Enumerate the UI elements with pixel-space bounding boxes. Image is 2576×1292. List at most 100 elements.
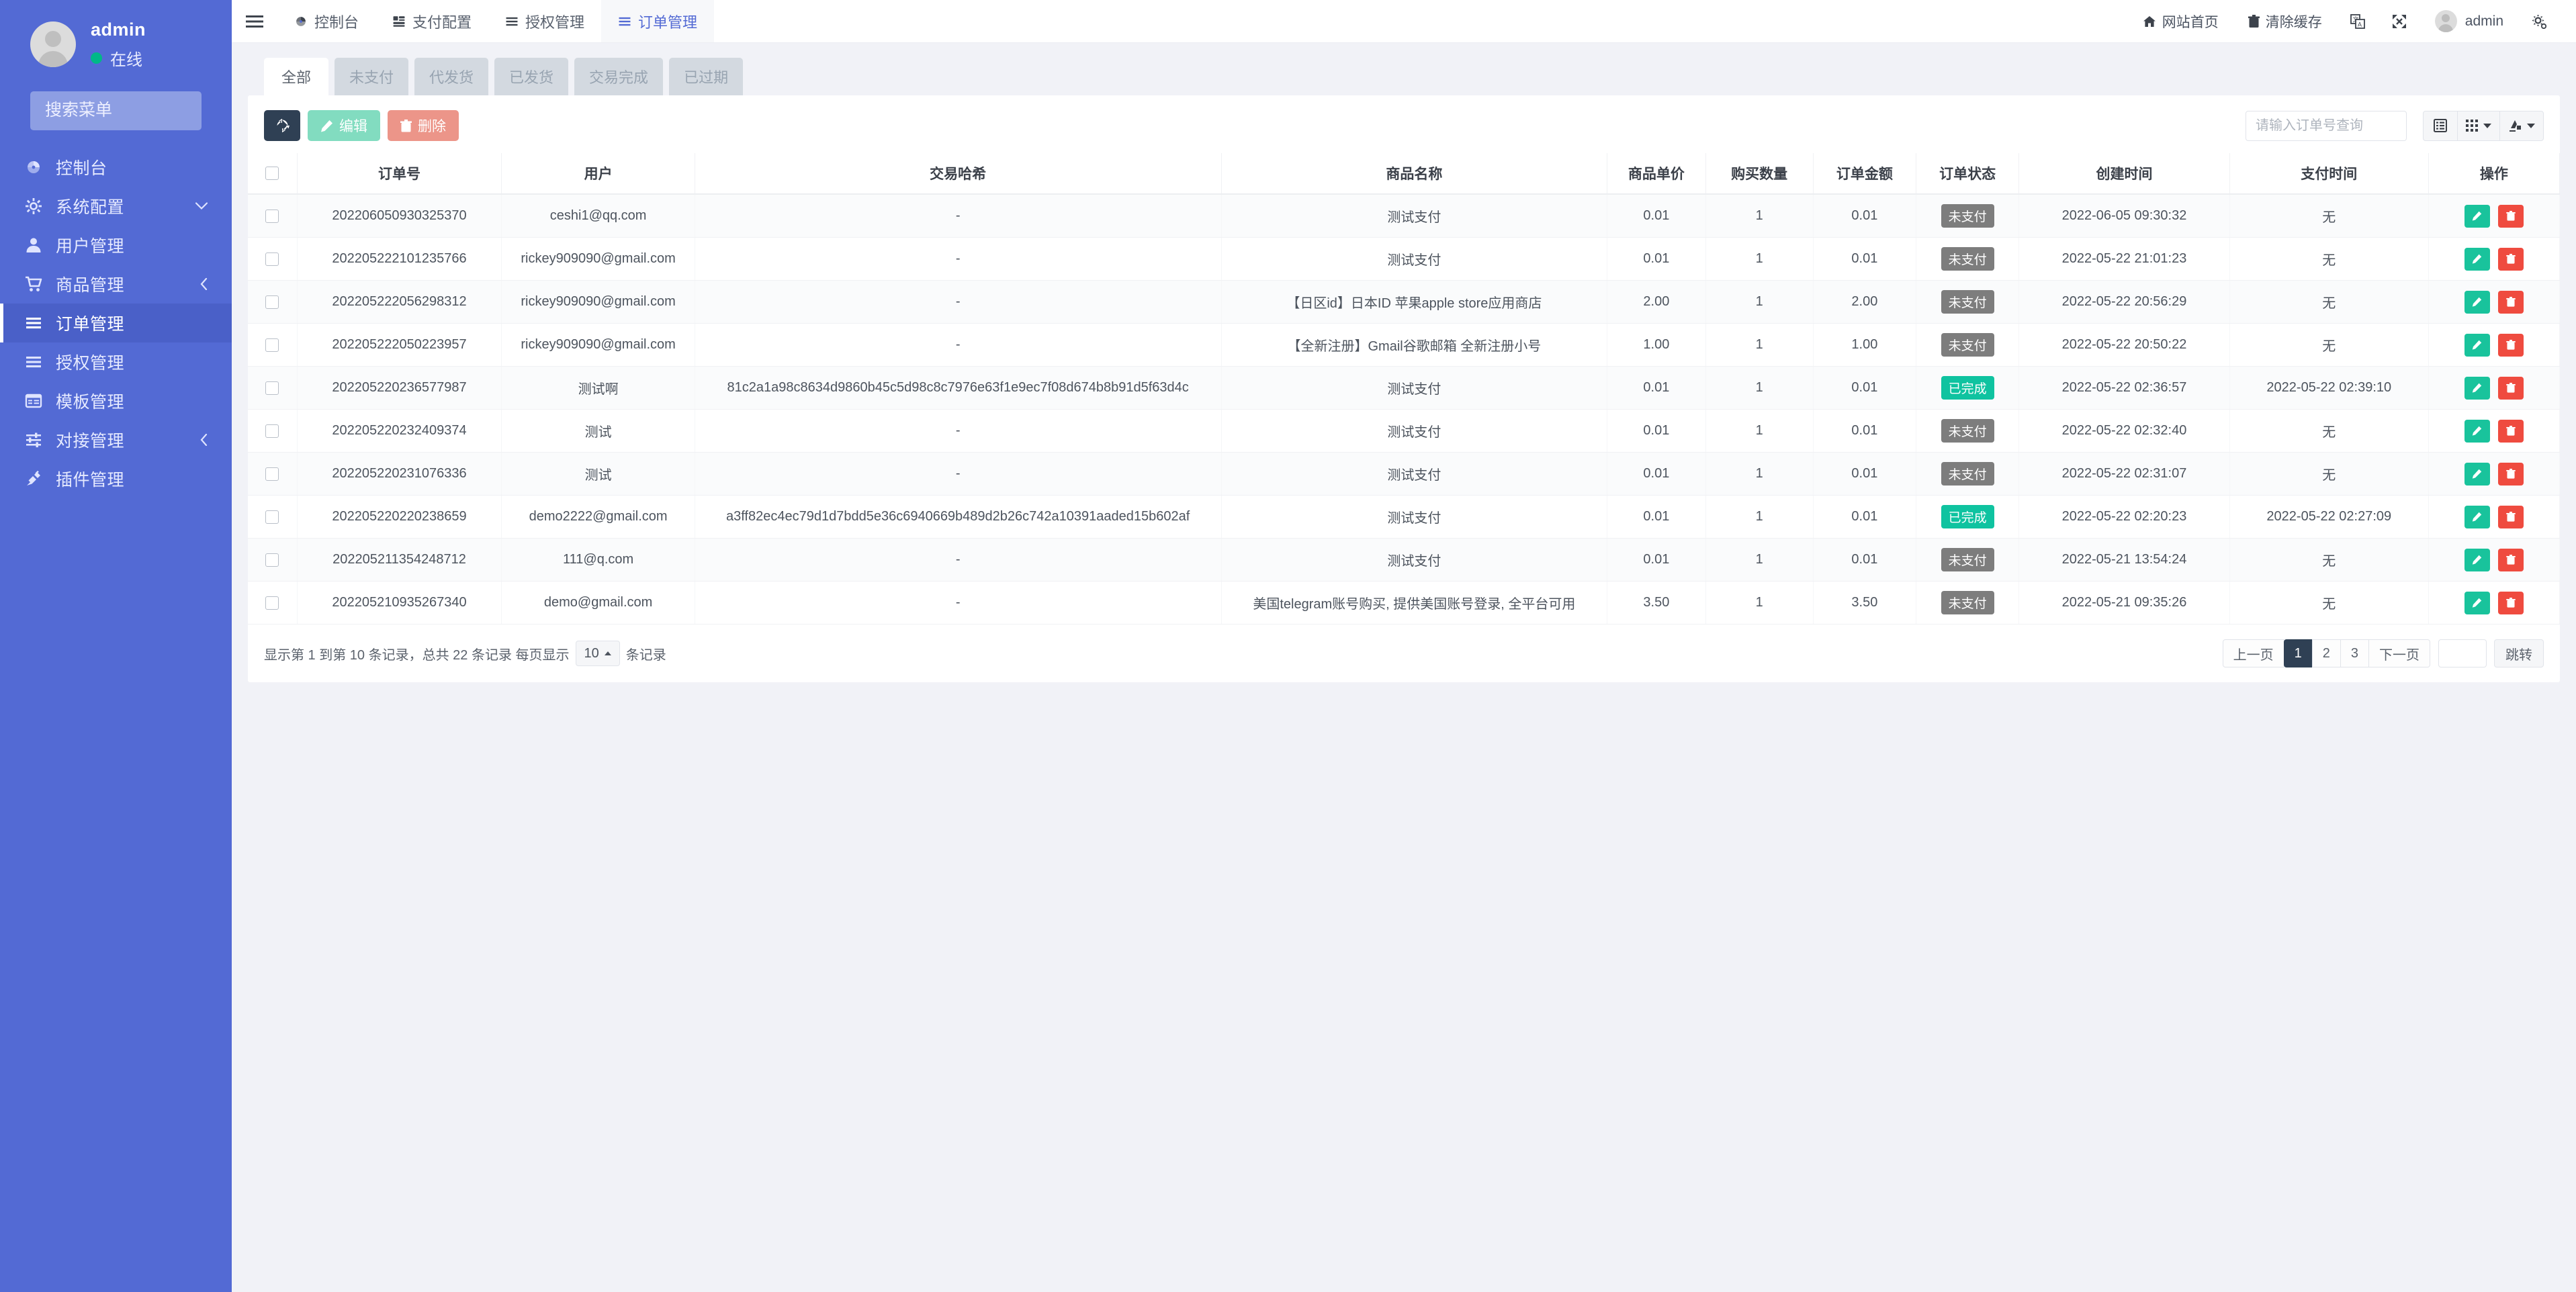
table-row[interactable]: 202205220220238659 demo2222@gmail.com a3… [248,495,2561,539]
edit-button-label: 编辑 [339,119,367,134]
prev-page-button[interactable]: 上一页 [2222,639,2284,667]
row-checkbox[interactable] [265,381,279,395]
row-checkbox[interactable] [265,338,279,352]
sidebar-item-label: 控制台 [56,158,107,178]
next-page-button[interactable]: 下一页 [2368,639,2430,667]
hamburger-icon[interactable] [232,0,277,42]
filter-tab-5[interactable]: 已过期 [669,58,744,95]
row-checkbox[interactable] [265,252,279,266]
row-checkbox[interactable] [265,467,279,481]
columns-toggle-icon[interactable] [2423,110,2458,141]
cell-created: 2022-05-22 20:50:22 [2018,323,2230,367]
page-number-button[interactable]: 3 [2340,639,2369,667]
sidebar-search[interactable] [30,91,276,130]
row-checkbox[interactable] [265,553,279,567]
page-number-button[interactable]: 1 [2283,639,2313,667]
sidebar-item-plugins[interactable]: 插件管理 [0,459,232,498]
table-footer: 显示第 1 到第 10 条记录，总共 22 条记录 每页显示 10 条记录 上一… [248,625,2560,667]
row-edit-button[interactable] [2464,548,2490,571]
row-delete-button[interactable] [2498,591,2524,614]
topbar-tab-2[interactable]: 授权管理 [488,0,601,42]
edit-button[interactable]: 编辑 [308,110,380,141]
filter-tab-1[interactable]: 未支付 [335,58,409,95]
sidebar-item-authorizations[interactable]: 授权管理 [0,342,232,381]
row-edit-button[interactable] [2464,419,2490,443]
row-delete-button[interactable] [2498,204,2524,228]
avatar [30,21,76,67]
cell-actions [2428,194,2561,238]
row-delete-button[interactable] [2498,290,2524,314]
page-jump-button[interactable]: 跳转 [2494,639,2544,667]
table-row[interactable]: 202205222050223957 rickey909090@gmail.co… [248,323,2561,367]
toolbar-right [2246,110,2544,141]
sidebar-item-integrations[interactable]: 对接管理 [0,420,232,459]
site-home-link[interactable]: 网站首页 [2128,11,2233,32]
row-edit-button[interactable] [2464,204,2490,228]
row-edit-button[interactable] [2464,591,2490,614]
table-row[interactable]: 202205220232409374 测试 - 测试支付 0.01 1 0.01… [248,409,2561,453]
row-edit-button[interactable] [2464,247,2490,271]
delete-button[interactable]: 删除 [388,110,459,141]
cell-user: demo@gmail.com [501,581,695,625]
row-select-cell [248,538,298,582]
menu-search-input[interactable] [45,101,261,121]
row-checkbox[interactable] [265,510,279,524]
clear-cache-link[interactable]: 清除缓存 [2233,11,2337,32]
row-delete-button[interactable] [2498,333,2524,357]
fullscreen-icon[interactable] [2379,14,2420,29]
table-row[interactable]: 202205222056298312 rickey909090@gmail.co… [248,280,2561,324]
cell-created: 2022-06-05 09:30:32 [2018,194,2230,238]
row-checkbox[interactable] [265,424,279,438]
order-search-input[interactable] [2256,118,2397,134]
topbar-user[interactable]: admin [2420,10,2518,32]
row-edit-button[interactable] [2464,462,2490,486]
sidebar-item-orders[interactable]: 订单管理 [0,303,232,342]
language-icon[interactable]: 文A [2337,13,2379,29]
sidebar-item-users[interactable]: 用户管理 [0,226,232,265]
row-edit-button[interactable] [2464,505,2490,528]
page-number-button[interactable]: 2 [2311,639,2341,667]
table-row[interactable]: 202206050930325370 ceshi1@qq.com - 测试支付 … [248,194,2561,238]
filter-tab-2[interactable]: 代发货 [414,58,489,95]
row-checkbox[interactable] [265,209,279,223]
row-checkbox[interactable] [265,596,279,610]
filter-tab-3[interactable]: 已发货 [494,58,569,95]
row-checkbox[interactable] [265,295,279,309]
refresh-button[interactable] [264,110,300,141]
cell-created: 2022-05-22 21:01:23 [2018,237,2230,281]
row-edit-button[interactable] [2464,333,2490,357]
page-size-select[interactable]: 10 [575,641,620,666]
table-row[interactable]: 202205220231076336 测试 - 测试支付 0.01 1 0.01… [248,452,2561,496]
row-delete-button[interactable] [2498,376,2524,400]
sidebar-item-dashboard[interactable]: 控制台 [0,148,232,187]
row-delete-button[interactable] [2498,505,2524,528]
sidebar-item-products[interactable]: 商品管理 [0,265,232,304]
gear-icon[interactable] [2518,14,2560,29]
table-row[interactable]: 202205220236577987 测试啊 81c2a1a98c8634d98… [248,366,2561,410]
cell-paid: 无 [2229,409,2429,453]
filter-tab-0[interactable]: 全部 [264,58,328,95]
row-delete-button[interactable] [2498,247,2524,271]
row-delete-button[interactable] [2498,462,2524,486]
sidebar-item-system-config[interactable]: 系统配置 [0,187,232,226]
grid-icon[interactable] [2457,110,2500,141]
row-edit-button[interactable] [2464,376,2490,400]
row-delete-button[interactable] [2498,419,2524,443]
row-edit-button[interactable] [2464,290,2490,314]
table-row[interactable]: 202205210935267340 demo@gmail.com - 美国te… [248,581,2561,625]
table-row[interactable]: 202205222101235766 rickey909090@gmail.co… [248,237,2561,281]
topbar-tab-0[interactable]: 控制台 [277,0,375,42]
export-icon[interactable] [2499,110,2544,141]
row-select-cell [248,581,298,625]
topbar-tab-1[interactable]: 支付配置 [375,0,488,42]
select-all-checkbox[interactable] [265,167,279,181]
topbar-tab-3[interactable]: 订单管理 [601,0,715,42]
cell-user: rickey909090@gmail.com [501,237,695,281]
cell-created: 2022-05-22 02:31:07 [2018,452,2230,496]
sidebar-item-templates[interactable]: 模板管理 [0,381,232,420]
table-row[interactable]: 202205211354248712 111@q.com - 测试支付 0.01… [248,538,2561,582]
search-box[interactable] [2246,110,2407,141]
filter-tab-4[interactable]: 交易完成 [574,58,664,95]
row-delete-button[interactable] [2498,548,2524,571]
page-jump-input[interactable] [2438,639,2487,667]
